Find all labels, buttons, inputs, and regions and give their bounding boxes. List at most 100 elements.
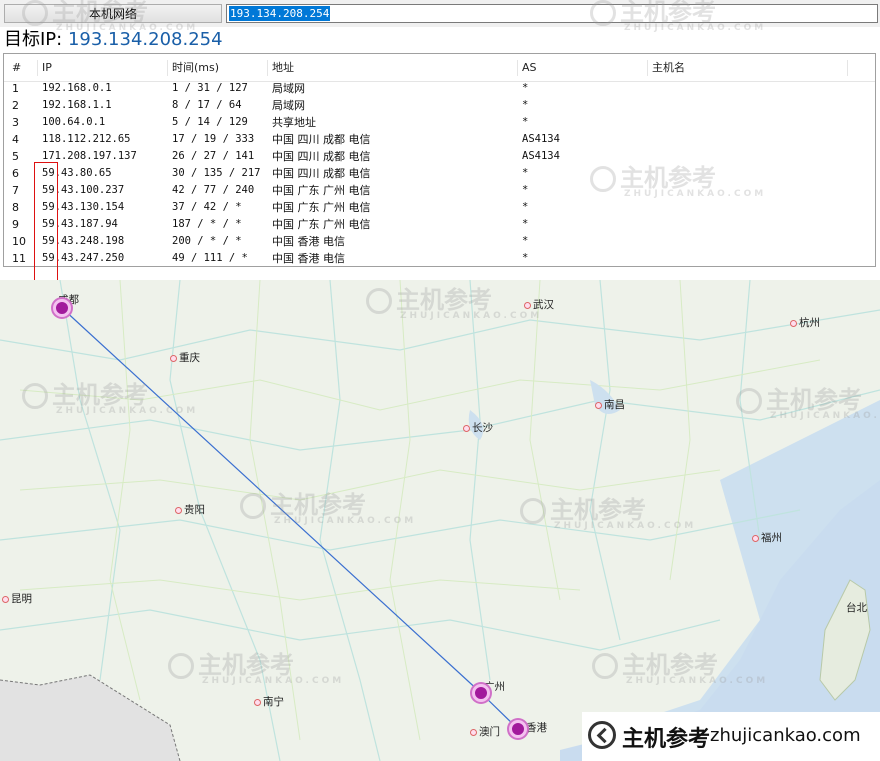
watermark: 主机参考ZHUJICANKAO.COM (240, 485, 416, 526)
watermark: 主机参考ZHUJICANKAO.COM (736, 380, 880, 421)
cell-n: 10 (12, 235, 26, 248)
cell-as: AS4134 (522, 133, 560, 145)
cell-as: AS4134 (522, 150, 560, 162)
col-time[interactable]: 时间(ms) (168, 60, 268, 76)
cell-as: * (522, 99, 529, 111)
city-macau: 澳门 (470, 724, 500, 739)
city-hongkong: 香港 (526, 722, 547, 734)
city-marker-icon (170, 354, 177, 362)
cell-addr: 中国 香港 电信 (272, 252, 345, 265)
city-hangzhou: 杭州 (790, 315, 820, 330)
brand-url[interactable]: zhujicankao.com (710, 725, 861, 746)
city-marker-icon (175, 506, 182, 514)
cell-as: * (522, 201, 529, 213)
col-hostname[interactable]: 主机名 (648, 60, 848, 76)
cell-time: 1 / 31 / 127 (172, 82, 248, 94)
cell-as: * (522, 82, 529, 94)
brand-banner: 主机参考 zhujicankao.com (582, 712, 880, 761)
cell-addr: 共享地址 (272, 116, 316, 129)
cell-n: 4 (12, 133, 19, 146)
cell-n: 6 (12, 167, 19, 180)
cell-n: 11 (12, 252, 26, 265)
cell-ip: 118.112.212.65 (42, 133, 131, 145)
city-chongqing: 重庆 (170, 350, 200, 365)
route-map[interactable]: 成都 重庆 武汉 杭州 南昌 长沙 贵阳 福州 昆明 台北 南宁 广州 澳门 香… (0, 280, 880, 761)
cell-time: 187 / * / * (172, 218, 242, 230)
route-node-hongkong[interactable] (509, 720, 527, 738)
cell-as: * (522, 235, 529, 247)
cell-addr: 中国 四川 成都 电信 (272, 167, 371, 180)
cell-as: * (522, 218, 529, 230)
watermark: 主机参考ZHUJICANKAO.COM (520, 490, 696, 531)
cell-ip: 100.64.0.1 (42, 116, 106, 128)
table-header: # IP 时间(ms) 地址 AS 主机名 (4, 54, 875, 82)
city-marker-icon (2, 595, 9, 603)
brand-logo-icon (588, 721, 616, 749)
table-row[interactable]: 3 100.64.0.1 5 / 14 / 129 共享地址 * (4, 114, 875, 131)
table-row[interactable]: 11 59.43.247.250 49 / 111 / * 中国 香港 电信 * (4, 250, 875, 267)
city-changsha: 长沙 (463, 420, 493, 435)
cell-addr: 中国 广东 广州 电信 (272, 218, 371, 231)
col-as[interactable]: AS (518, 60, 648, 76)
cell-n: 9 (12, 218, 19, 231)
watermark: 主机参考ZHUJICANKAO.COM (590, 158, 766, 199)
cell-time: 8 / 17 / 64 (172, 99, 242, 111)
cell-n: 8 (12, 201, 19, 214)
table-row[interactable]: 1 192.168.0.1 1 / 31 / 127 局域网 * (4, 80, 875, 97)
watermark: 主机参考ZHUJICANKAO.COM (590, 0, 766, 33)
cell-addr: 中国 四川 成都 电信 (272, 150, 371, 163)
cell-addr: 局域网 (272, 82, 305, 95)
route-node-chengdu[interactable] (53, 299, 71, 317)
watermark-logo-icon (168, 653, 194, 679)
col-address[interactable]: 地址 (268, 60, 518, 76)
watermark-logo-icon (22, 0, 48, 26)
cell-addr: 中国 四川 成都 电信 (272, 133, 371, 146)
city-marker-icon (752, 534, 759, 542)
table-row[interactable]: 8 59.43.130.154 37 / 42 / * 中国 广东 广州 电信 * (4, 199, 875, 216)
cell-as: * (522, 184, 529, 196)
route-node-guangzhou[interactable] (472, 684, 490, 702)
cell-time: 200 / * / * (172, 235, 242, 247)
cell-n: 1 (12, 82, 19, 95)
cell-n: 2 (12, 99, 19, 112)
city-nanning: 南宁 (254, 694, 284, 709)
table-row[interactable]: 9 59.43.187.94 187 / * / * 中国 广东 广州 电信 * (4, 216, 875, 233)
city-marker-icon (463, 424, 470, 432)
watermark: 主机参考ZHUJICANKAO.COM (22, 0, 198, 33)
cell-addr: 中国 香港 电信 (272, 235, 345, 248)
table-row[interactable]: 10 59.43.248.198 200 / * / * 中国 香港 电信 * (4, 233, 875, 250)
map-canvas (0, 280, 880, 761)
watermark-logo-icon (240, 493, 266, 519)
cell-as: * (522, 167, 529, 179)
watermark-logo-icon (22, 383, 48, 409)
watermark: 主机参考ZHUJICANKAO.COM (592, 645, 768, 686)
cell-time: 17 / 19 / 333 (172, 133, 255, 145)
cell-n: 5 (12, 150, 19, 163)
cell-time: 26 / 27 / 141 (172, 150, 255, 162)
city-fuzhou: 福州 (752, 530, 782, 545)
col-index[interactable]: # (8, 60, 38, 76)
col-ip[interactable]: IP (38, 60, 168, 76)
watermark-logo-icon (520, 498, 546, 524)
city-guiyang: 贵阳 (175, 502, 205, 517)
watermark: 主机参考ZHUJICANKAO.COM (366, 280, 542, 321)
cell-as: * (522, 116, 529, 128)
city-marker-icon (595, 401, 602, 409)
city-taipei: 台北 (846, 602, 867, 614)
cell-time: 5 / 14 / 129 (172, 116, 248, 128)
cell-n: 7 (12, 184, 19, 197)
table-row[interactable]: 4 118.112.212.65 17 / 19 / 333 中国 四川 成都 电信 A… (4, 131, 875, 148)
ip-input-value: 193.134.208.254 (229, 6, 331, 21)
cell-time: 49 / 111 / * (172, 252, 248, 264)
ip-input[interactable]: 193.134.208.254 (226, 4, 878, 23)
cell-addr: 中国 广东 广州 电信 (272, 184, 371, 197)
table-row[interactable]: 2 192.168.1.1 8 / 17 / 64 局域网 * (4, 97, 875, 114)
watermark: 主机参考ZHUJICANKAO.COM (22, 375, 198, 416)
cell-addr: 局域网 (272, 99, 305, 112)
watermark-logo-icon (366, 288, 392, 314)
city-marker-icon (470, 728, 477, 736)
watermark-logo-icon (590, 0, 616, 26)
cell-time: 30 / 135 / 217 (172, 167, 261, 179)
cell-ip: 192.168.1.1 (42, 99, 112, 111)
city-marker-icon (254, 698, 261, 706)
